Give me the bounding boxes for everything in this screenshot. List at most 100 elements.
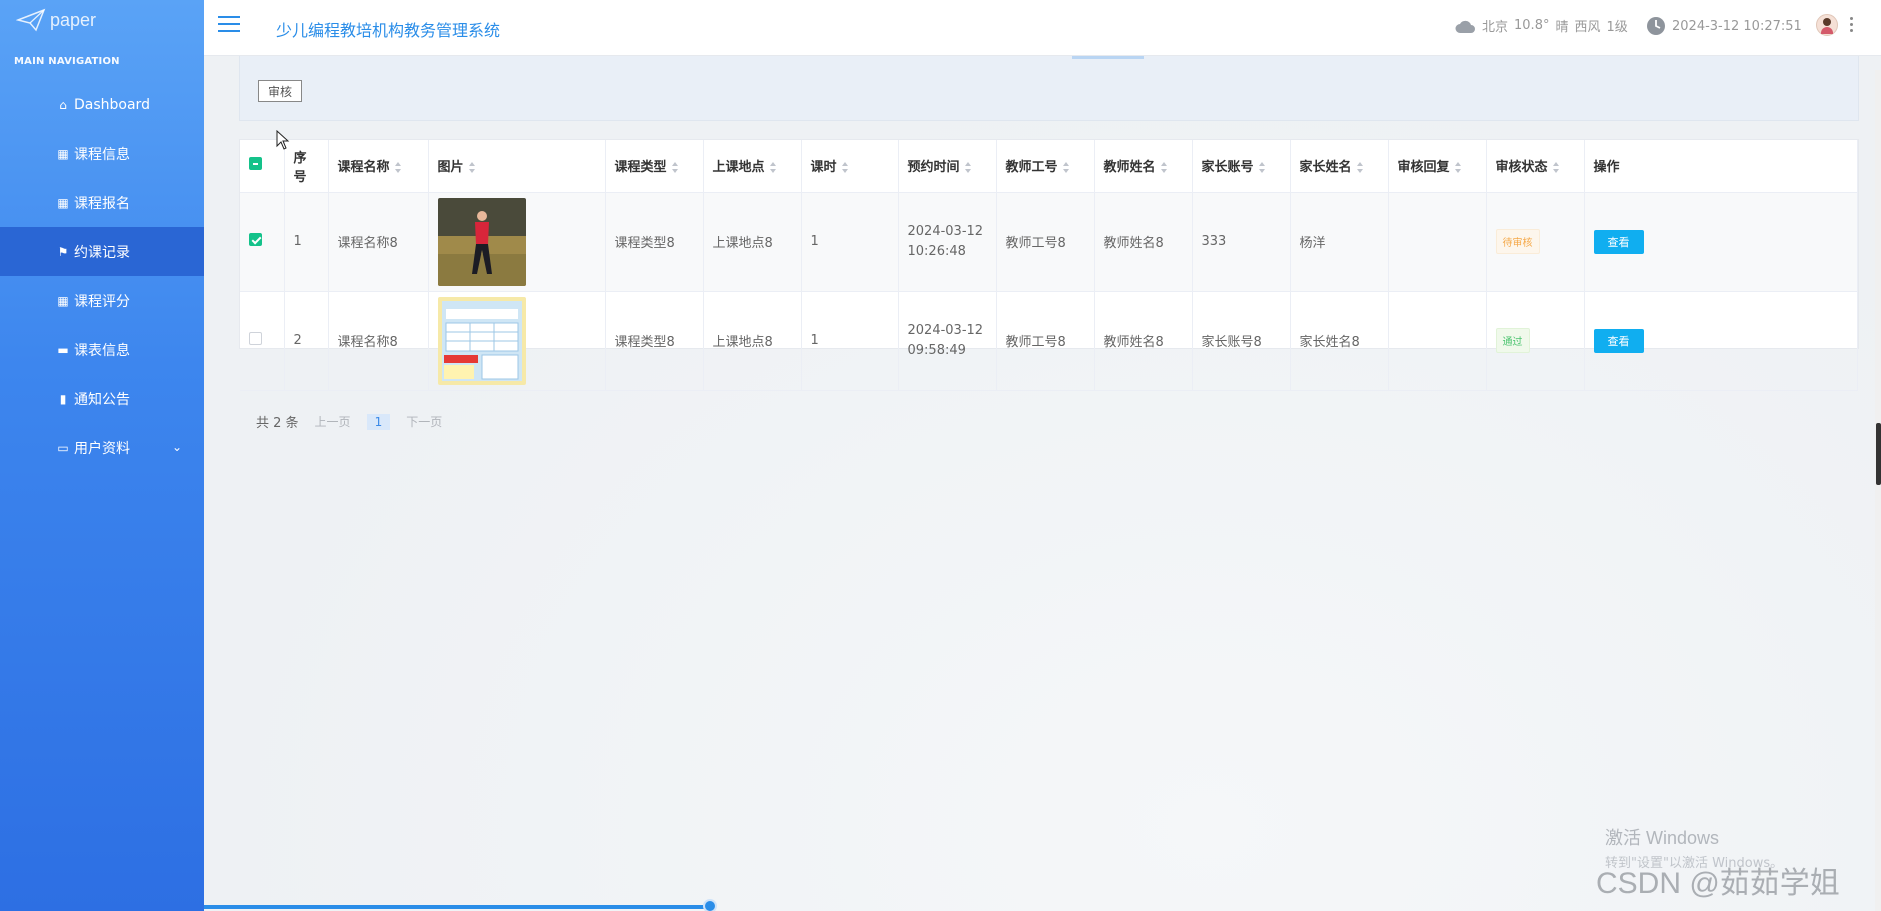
- cell-booking-time: 2024-03-12 10:26:48: [898, 192, 997, 292]
- cell-course-type: 课程类型8: [605, 192, 704, 292]
- course-image[interactable]: [437, 296, 526, 385]
- sidebar-item-course-enroll[interactable]: ▦ 课程报名: [0, 178, 204, 227]
- status-badge: 待审核: [1495, 229, 1540, 254]
- mouse-cursor-icon: [276, 130, 290, 150]
- nav-heading: MAIN NAVIGATION: [14, 56, 120, 67]
- cell-course-name: 课程名称8: [328, 291, 429, 391]
- sort-icon[interactable]: [671, 162, 679, 174]
- col-header[interactable]: 图片: [428, 140, 606, 193]
- view-button[interactable]: 查看: [1593, 328, 1644, 353]
- sidebar-item-label: 课表信息: [74, 342, 130, 359]
- sidebar-item-label: 课程报名: [74, 195, 130, 212]
- col-header[interactable]: 课程类型: [605, 140, 704, 193]
- cell-teacher-id: 教师工号8: [996, 291, 1095, 391]
- flag-icon: ⚑: [57, 244, 69, 259]
- sidebar-item-timetable[interactable]: ▬ 课表信息: [0, 325, 204, 374]
- sort-icon[interactable]: [1552, 162, 1560, 174]
- paper-plane-icon: [16, 8, 46, 32]
- sort-icon[interactable]: [964, 162, 972, 174]
- sidebar-item-notices[interactable]: ▮ 通知公告: [0, 374, 204, 423]
- sidebar-item-label: 约课记录: [74, 244, 130, 261]
- cell-parent-account: 333: [1192, 192, 1291, 292]
- row-checkbox[interactable]: [249, 233, 262, 246]
- cell-hours: 1: [801, 192, 899, 292]
- weather-widget: 北京 10.8° 晴 西风 1级: [1454, 16, 1628, 35]
- col-header[interactable]: 课程名称: [328, 140, 429, 193]
- row-checkbox[interactable]: [249, 332, 262, 345]
- weather-city: 北京: [1482, 20, 1509, 35]
- sidebar: paper MAIN NAVIGATION ⌂ Dashboard ▦ 课程信息…: [0, 0, 240, 911]
- records-table: 序号 课程名称 图片 课程类型 上课地点 课时 预约时间 教师工号 教师姓名 家…: [239, 139, 1859, 391]
- grid-icon: ▦: [57, 293, 69, 308]
- card-icon: ▭: [57, 440, 69, 455]
- col-header[interactable]: 上课地点: [703, 140, 802, 193]
- cloud-icon: [1455, 20, 1475, 33]
- col-header[interactable]: 教师工号: [996, 140, 1095, 193]
- col-header[interactable]: 审核回复: [1388, 140, 1487, 193]
- status-badge: 通过: [1495, 328, 1530, 353]
- horizontal-scrollbar[interactable]: [204, 905, 712, 909]
- col-header: 序号: [284, 140, 329, 193]
- sort-icon[interactable]: [769, 162, 777, 174]
- cell-location: 上课地点8: [703, 192, 802, 292]
- avatar[interactable]: [1816, 14, 1838, 36]
- briefcase-icon: ▬: [57, 342, 69, 357]
- col-header[interactable]: 预约时间: [898, 140, 997, 193]
- logo-text: paper: [50, 9, 97, 30]
- cell-parent-account: 家长账号8: [1192, 291, 1291, 391]
- sort-icon[interactable]: [1062, 162, 1070, 174]
- col-header: 操作: [1584, 140, 1858, 193]
- cell-teacher-name: 教师姓名8: [1094, 291, 1193, 391]
- view-button[interactable]: 查看: [1593, 229, 1644, 254]
- chevron-down-icon: ⌄: [171, 440, 182, 454]
- grid-icon: ▦: [57, 195, 69, 210]
- main-nav: ⌂ Dashboard ▦ 课程信息 ▦ 课程报名 ⚑ 约课记录 ▦ 课程评分 …: [0, 80, 240, 472]
- sidebar-item-booking-records[interactable]: ⚑ 约课记录: [0, 227, 240, 276]
- more-icon[interactable]: [1848, 17, 1854, 35]
- top-header: 少儿编程教培机构教务管理系统 北京 10.8° 晴 西风 1级 2024-3-1…: [204, 0, 1881, 56]
- sort-icon[interactable]: [468, 162, 476, 174]
- course-image[interactable]: [437, 197, 526, 286]
- sort-icon[interactable]: [1258, 162, 1266, 174]
- col-header[interactable]: 家长账号: [1192, 140, 1291, 193]
- col-header[interactable]: 审核状态: [1486, 140, 1585, 193]
- clipboard-icon: ▮: [59, 391, 67, 406]
- sidebar-item-label: Dashboard: [74, 96, 150, 113]
- col-header[interactable]: 教师姓名: [1094, 140, 1193, 193]
- csdn-watermark: CSDN @茹茹学姐: [1596, 867, 1840, 900]
- vertical-scroll-thumb[interactable]: [1876, 423, 1881, 485]
- vertical-scrollbar[interactable]: [1875, 70, 1881, 911]
- tab-indicator: [1072, 56, 1144, 59]
- sort-icon[interactable]: [1160, 162, 1168, 174]
- sidebar-item-user-profile[interactable]: ▭ 用户资料 ⌄: [0, 423, 204, 472]
- sort-icon[interactable]: [394, 162, 402, 174]
- pagination: 共 2 条 上一页 1 下一页: [256, 412, 442, 431]
- windows-activation-title: 激活 Windows: [1605, 828, 1720, 848]
- menu-toggle-button[interactable]: [218, 16, 240, 36]
- next-page-button[interactable]: 下一页: [406, 413, 442, 430]
- sort-icon[interactable]: [841, 162, 849, 174]
- logo[interactable]: paper: [16, 8, 96, 32]
- sidebar-item-course-info[interactable]: ▦ 课程信息: [0, 129, 204, 178]
- sidebar-item-dashboard[interactable]: ⌂ Dashboard: [0, 80, 204, 129]
- sidebar-item-course-rating[interactable]: ▦ 课程评分: [0, 276, 204, 325]
- cell-course-type: 课程类型8: [605, 291, 704, 391]
- audit-button[interactable]: 审核: [258, 80, 302, 102]
- cell-reply: [1388, 192, 1487, 292]
- cell-reply: [1388, 291, 1487, 391]
- col-header[interactable]: 家长姓名: [1290, 140, 1389, 193]
- weather-temp: 10.8°: [1514, 18, 1550, 33]
- select-all-checkbox[interactable]: [249, 157, 262, 171]
- cell-parent-name: 家长姓名8: [1290, 291, 1389, 391]
- sidebar-item-label: 课程信息: [74, 146, 130, 163]
- clock-widget: 2024-3-12 10:27:51: [1646, 16, 1802, 36]
- sidebar-item-label: 通知公告: [74, 391, 130, 408]
- grid-icon: ▦: [57, 146, 69, 161]
- sort-icon[interactable]: [1356, 162, 1364, 174]
- col-header[interactable]: 课时: [801, 140, 899, 193]
- prev-page-button[interactable]: 上一页: [315, 413, 351, 430]
- weather-wind: 西风: [1574, 20, 1601, 35]
- sort-icon[interactable]: [1454, 162, 1462, 174]
- page-number-button[interactable]: 1: [366, 413, 391, 430]
- horizontal-scroll-handle[interactable]: [703, 899, 717, 911]
